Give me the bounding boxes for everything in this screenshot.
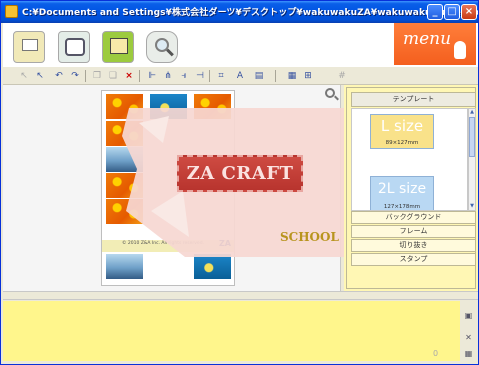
add-photo-icon[interactable]: ▣ xyxy=(463,311,474,321)
template-list[interactable]: L size 89×127mm 2L size 127×178mm xyxy=(351,108,468,211)
scroll-down-icon[interactable]: ▼ xyxy=(469,203,475,210)
template-panel: テンプレート L size 89×127mm 2L size 127×178mm… xyxy=(344,85,478,291)
tray-settings-icon[interactable]: ▦ xyxy=(463,349,474,359)
watermark-banner: ZA CRAFT xyxy=(177,155,303,192)
category-frame[interactable]: フレーム xyxy=(351,225,476,238)
template-dimensions: 127×178mm xyxy=(383,204,421,210)
tray-side-tools: ▣ ✕ ▦ xyxy=(460,301,478,361)
template-l-size[interactable]: L size 89×127mm xyxy=(370,114,434,149)
photo-tray[interactable] xyxy=(3,301,460,361)
template-panel-header[interactable]: テンプレート xyxy=(351,92,476,107)
splitter[interactable] xyxy=(3,291,478,300)
scroll-up-icon[interactable]: ▲ xyxy=(469,109,475,116)
category-cutout[interactable]: 切り抜き xyxy=(351,239,476,252)
template-scrollbar[interactable]: ▲ ▼ xyxy=(468,108,476,211)
template-2l-size[interactable]: 2L size 127×178mm xyxy=(370,176,434,210)
photo-count: 0 xyxy=(433,349,439,358)
watermark-title: ZA CRAFT xyxy=(186,163,294,184)
watermark-subtitle: SCHOOL xyxy=(280,230,339,244)
template-panel-frame: テンプレート L size 89×127mm 2L size 127×178mm… xyxy=(346,87,476,289)
app-window: C:¥Documents and Settings¥株式会社ダーツ¥デスクトップ… xyxy=(0,0,479,365)
category-stamp[interactable]: スタンプ xyxy=(351,253,476,266)
template-dimensions: 89×127mm xyxy=(385,140,419,146)
category-background[interactable]: バックグラウンド xyxy=(351,211,476,224)
scroll-thumb[interactable] xyxy=(469,117,475,157)
template-size-label: 2L size xyxy=(377,181,427,197)
remove-photo-icon[interactable]: ✕ xyxy=(463,333,474,343)
template-size-label: L size xyxy=(380,117,424,135)
